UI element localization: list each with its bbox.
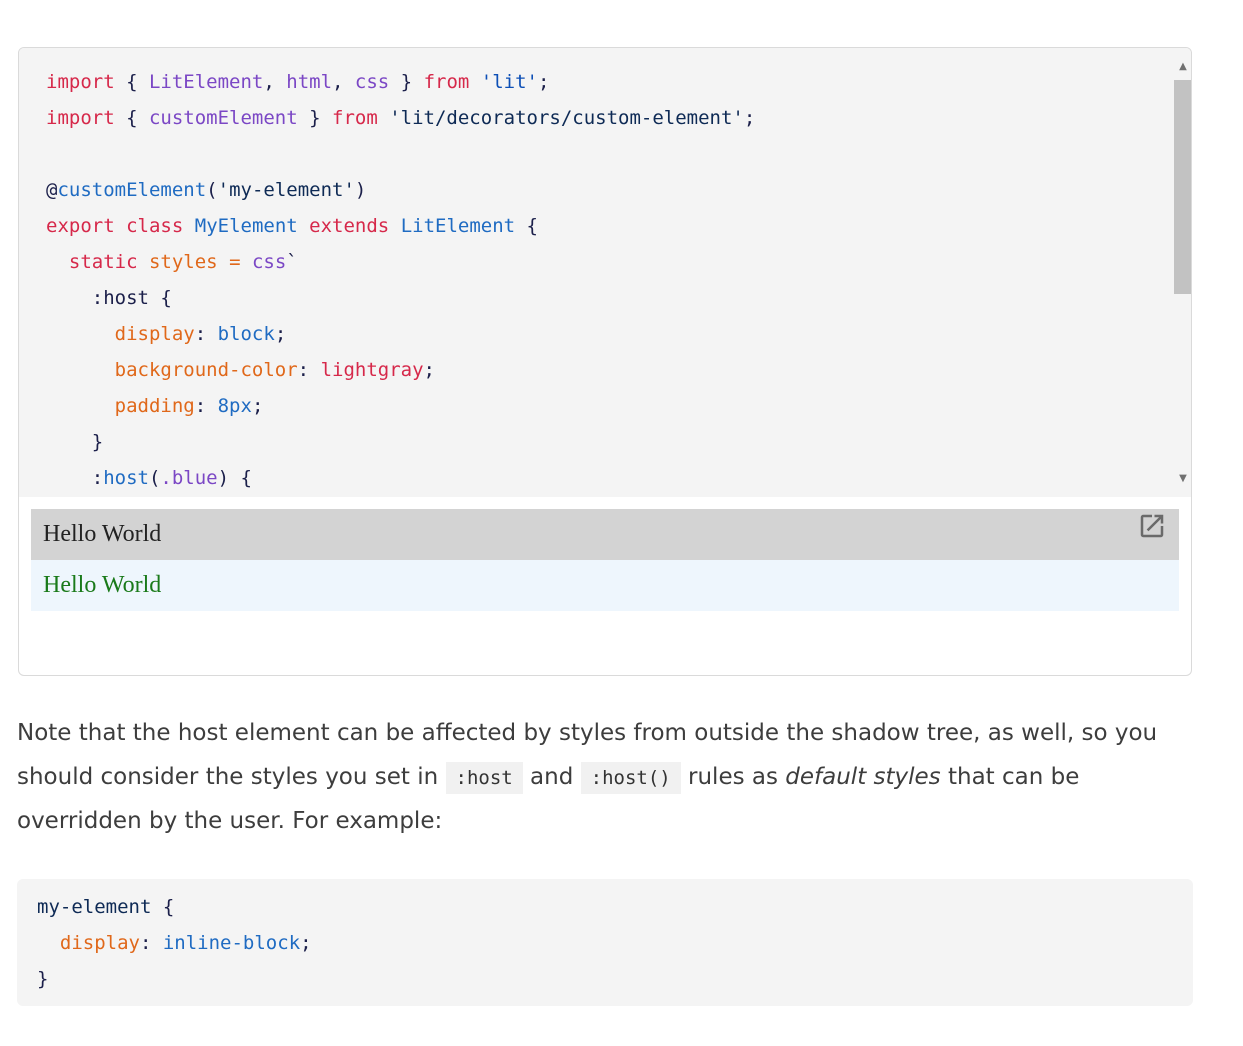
code-line: static styles = css`	[68, 251, 298, 273]
example-code: my-element { display: inline-block;}	[37, 889, 312, 997]
scroll-up-arrow-icon[interactable]: ▲	[1176, 60, 1190, 74]
code-line: }	[37, 968, 49, 990]
code-line: }	[46, 431, 104, 453]
scrollbar-thumb[interactable]	[1174, 80, 1191, 294]
inline-code-host-fn: :host()	[580, 761, 681, 794]
paragraph-text: rules as	[680, 763, 786, 790]
open-in-new-icon[interactable]	[1137, 511, 1167, 541]
preview-text: Hello World	[43, 521, 162, 547]
code-line: padding: 8px;	[114, 395, 264, 417]
code-line: import { LitElement, html, css } from 'l…	[46, 71, 550, 93]
code-editor[interactable]: import { LitElement, html, css } from 'l…	[19, 48, 1191, 497]
code-line: :host(.blue) {	[46, 467, 252, 489]
code-playground: import { LitElement, html, css } from 'l…	[18, 47, 1192, 676]
code-line: :host {	[46, 287, 172, 309]
code-line: display: block;	[114, 323, 287, 345]
inline-code-host: :host	[445, 761, 523, 794]
preview-pane: Hello World Hello World	[31, 509, 1179, 611]
body-paragraph: Note that the host element can be affect…	[17, 712, 1207, 844]
scroll-down-arrow-icon[interactable]: ▼	[1176, 472, 1190, 486]
editor-code[interactable]: import { LitElement, html, css } from 'l…	[46, 64, 755, 496]
emphasis-text: default styles	[785, 763, 941, 790]
code-line: @customElement('my-element')	[46, 179, 367, 201]
preview-element-blue: Hello World	[31, 560, 1179, 611]
code-line: display: inline-block;	[59, 932, 312, 954]
code-line: import { customElement } from 'lit/decor…	[46, 107, 756, 129]
editor-scrollbar[interactable]: ▲ ▼	[1173, 60, 1191, 486]
code-line: export class MyElement extends LitElemen…	[46, 215, 538, 237]
code-line: background-color: lightgray;	[114, 359, 435, 381]
paragraph-text: and	[522, 763, 581, 790]
example-code-block: my-element { display: inline-block;}	[17, 879, 1193, 1006]
preview-text: Hello World	[43, 572, 162, 598]
code-line: my-element {	[37, 896, 175, 918]
preview-element-default: Hello World	[31, 509, 1179, 560]
